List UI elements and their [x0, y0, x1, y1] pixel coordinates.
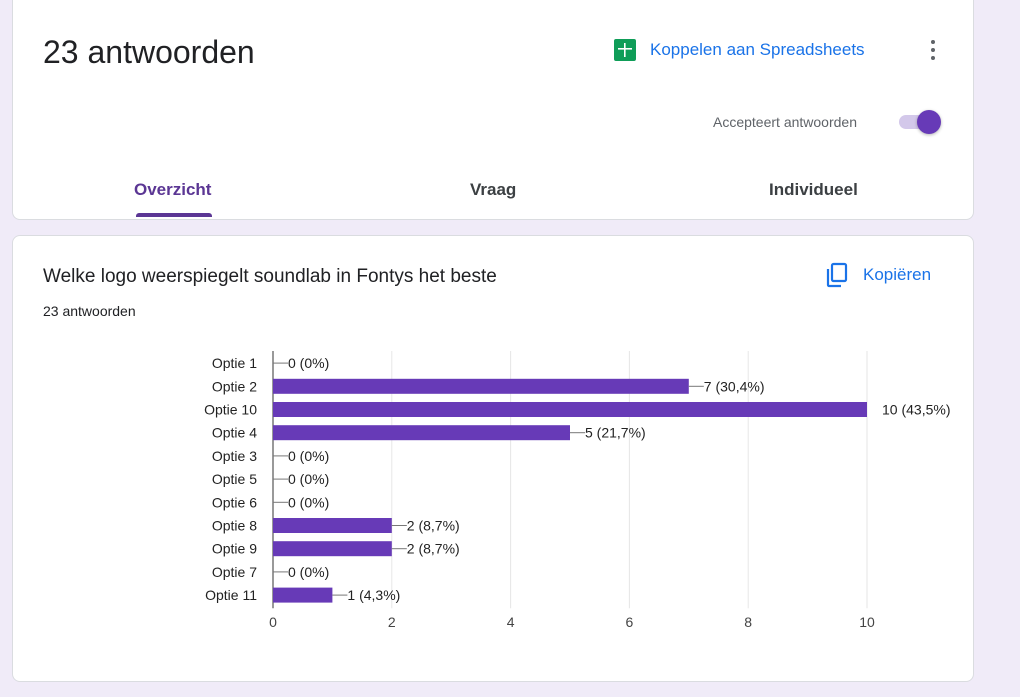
category-label: Optie 8 [212, 518, 257, 534]
category-label: Optie 1 [212, 355, 257, 371]
more-options-button[interactable] [921, 36, 945, 66]
toggle-knob [917, 110, 941, 134]
responses-bar-chart: 0 2 4 6 8 10 Optie 1 0 (0%) Optie 2 7 (30,4%) Opti… [204, 351, 950, 630]
category-label: Optie 4 [212, 425, 257, 441]
bar [273, 541, 392, 557]
link-to-sheets-label: Koppelen aan Spreadsheets [650, 40, 865, 59]
data-label: 0 (0%) [288, 448, 329, 464]
data-label: 10 (43,5%) [882, 402, 950, 418]
data-label: 5 (21,7%) [585, 425, 646, 441]
sheets-icon [614, 39, 636, 61]
accepting-responses-toggle[interactable] [897, 110, 943, 136]
tab-overzicht[interactable]: Overzicht [134, 180, 211, 200]
more-vert-icon [921, 40, 945, 60]
x-tick-label: 8 [744, 614, 752, 630]
data-label: 2 (8,7%) [407, 518, 460, 534]
data-label: 2 (8,7%) [407, 541, 460, 557]
x-tick-label: 4 [507, 614, 515, 630]
data-label: 7 (30,4%) [704, 378, 765, 394]
question-summary-card: Welke logo weerspiegelt soundlab in Font… [12, 235, 974, 682]
category-label: Optie 5 [212, 471, 257, 487]
category-label: Optie 2 [212, 378, 257, 394]
link-to-sheets-button[interactable]: Koppelen aan Spreadsheets [613, 38, 865, 62]
x-tick-label: 0 [269, 614, 277, 630]
bar [273, 378, 689, 394]
tab-individueel[interactable]: Individueel [769, 180, 858, 200]
x-tick-label: 10 [859, 614, 875, 630]
bar [273, 402, 867, 417]
data-label: 0 (0%) [288, 355, 329, 371]
bar [273, 425, 570, 441]
data-label: 0 (0%) [288, 564, 329, 580]
tab-vraag[interactable]: Vraag [470, 180, 516, 200]
category-label: Optie 9 [212, 541, 257, 557]
data-label: 1 (4,3%) [347, 587, 400, 603]
data-label: 0 (0%) [288, 471, 329, 487]
bar [273, 587, 333, 603]
category-label: Optie 7 [212, 564, 257, 580]
bar [273, 518, 392, 533]
responses-count-title: 23 antwoorden [43, 34, 255, 70]
accepting-responses-label: Accepteert antwoorden [713, 114, 857, 130]
category-label: Optie 6 [212, 494, 257, 510]
active-tab-indicator [136, 213, 212, 217]
summary-card: 23 antwoorden Koppelen aan Spreadsheets … [12, 0, 974, 220]
x-tick-label: 6 [626, 614, 634, 630]
x-tick-label: 2 [388, 614, 396, 630]
data-label: 0 (0%) [288, 494, 329, 510]
category-label: Optie 3 [212, 448, 257, 464]
category-label: Optie 10 [204, 402, 257, 418]
category-label: Optie 11 [205, 587, 257, 603]
